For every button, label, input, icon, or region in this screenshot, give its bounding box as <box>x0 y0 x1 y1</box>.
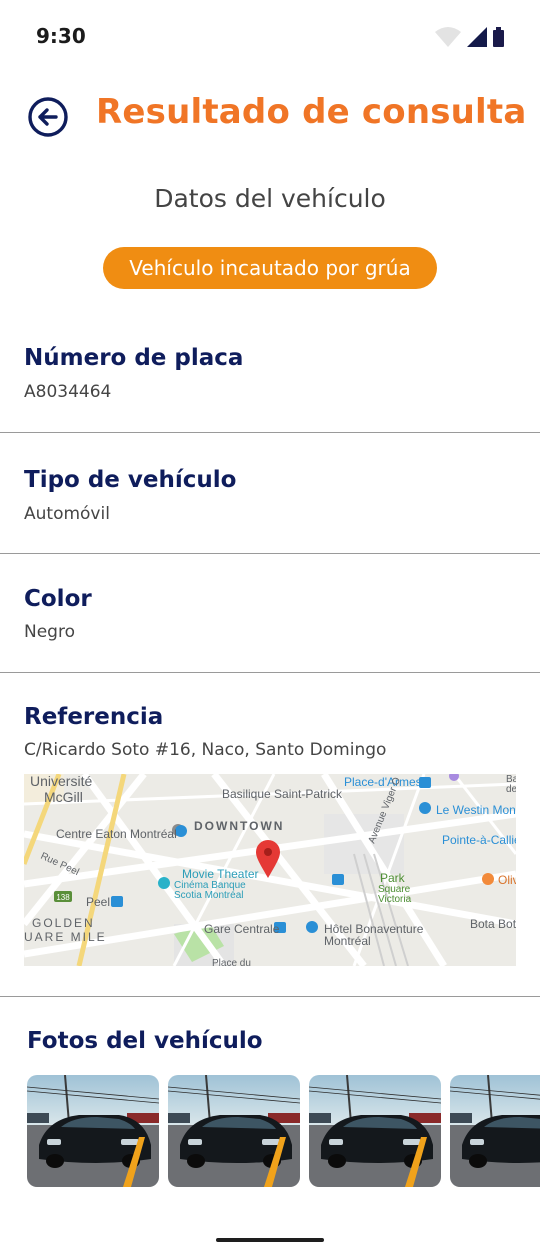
map-label: Basilique Saint-Patrick <box>222 787 343 801</box>
photos-carousel[interactable] <box>27 1075 540 1187</box>
field-value-plate: A8034464 <box>24 382 112 402</box>
map-label: Place du <box>212 958 251 966</box>
route-number: 138 <box>56 893 70 902</box>
screen: 9:30 Resultado de consulta Datos del veh… <box>0 0 540 1254</box>
field-label-plate: Número de placa <box>24 345 244 371</box>
status-time: 9:30 <box>36 24 86 48</box>
map-label: de <box>506 784 516 795</box>
hotel-icon <box>419 802 431 814</box>
home-indicator[interactable] <box>216 1238 324 1242</box>
vehicle-photo[interactable] <box>27 1075 159 1187</box>
field-label-vehicle-type: Tipo de vehículo <box>24 467 237 493</box>
metro-icon <box>332 874 344 885</box>
restaurant-icon <box>482 873 494 885</box>
map-label: Centre Eaton Montréal <box>56 827 177 841</box>
map-label: Gare Centrale <box>204 922 280 936</box>
map-label: Montréal <box>324 934 371 948</box>
wifi-icon <box>435 27 461 47</box>
photos-title: Fotos del vehículo <box>27 1028 263 1054</box>
map-label: Place-d'Armes <box>344 775 422 789</box>
shopping-icon <box>175 825 187 837</box>
vehicle-photo[interactable] <box>450 1075 540 1187</box>
map-label: Peel <box>86 895 110 909</box>
map-label: GOLDEN <box>32 916 95 930</box>
map-label: DOWNTOWN <box>194 819 284 833</box>
field-label-color: Color <box>24 586 92 612</box>
divider <box>0 553 540 554</box>
field-label-reference: Referencia <box>24 704 164 730</box>
divider <box>0 672 540 673</box>
vehicle-photo[interactable] <box>168 1075 300 1187</box>
map-label: Scotia Montréal <box>174 890 243 901</box>
field-value-vehicle-type: Automóvil <box>24 504 110 524</box>
map-label: Park <box>380 871 406 885</box>
location-map[interactable]: 138 Université McGill Basilique Saint-Pa… <box>24 774 516 966</box>
map-label: Pointe-à-Callié <box>442 833 516 847</box>
hotel-icon <box>306 921 318 933</box>
vehicle-photo[interactable] <box>309 1075 441 1187</box>
map-label: Le Westin Mont <box>436 803 516 817</box>
status-icons <box>435 27 504 47</box>
map-label: Bota Bota <box>470 917 516 931</box>
signal-icon <box>467 27 487 47</box>
status-badge-label: Vehículo incautado por grúa <box>129 256 411 280</box>
map-label: Victoria <box>378 894 412 905</box>
page-title: Resultado de consulta <box>96 92 527 132</box>
divider <box>0 432 540 433</box>
metro-icon <box>111 896 123 907</box>
section-title: Datos del vehículo <box>154 184 386 213</box>
battery-icon <box>493 27 504 47</box>
status-bar: 9:30 <box>0 0 540 72</box>
arrow-left-circle-icon[interactable] <box>27 96 69 138</box>
status-badge: Vehículo incautado por grúa <box>103 247 437 289</box>
map-label: Movie Theater <box>182 867 258 881</box>
map-label: UARE MILE <box>24 930 107 944</box>
field-value-color: Negro <box>24 622 75 642</box>
map-label: McGill <box>44 789 83 805</box>
field-value-reference: C/Ricardo Soto #16, Naco, Santo Domingo <box>24 740 387 760</box>
map-label: Oliv <box>498 873 516 887</box>
map-label: Université <box>30 774 92 789</box>
divider <box>0 996 540 997</box>
cinema-icon <box>158 877 170 889</box>
